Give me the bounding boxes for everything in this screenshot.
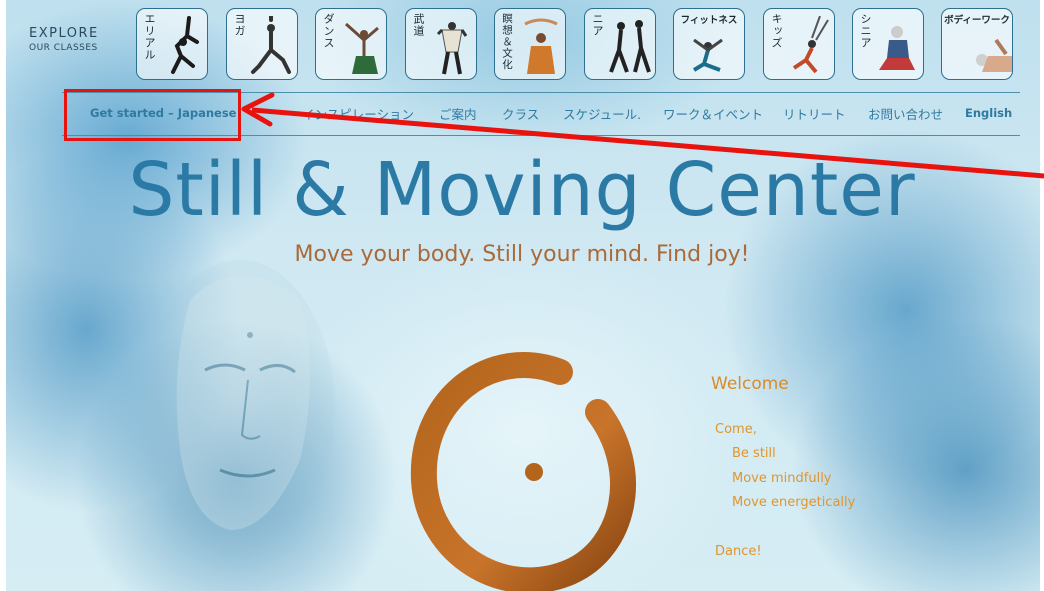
class-tile-bodywork[interactable]: ボディーワーク xyxy=(941,8,1013,80)
class-tile-label: キッズ xyxy=(770,13,783,49)
martial-arts-silhouette-icon xyxy=(436,22,468,75)
nav-schedule[interactable]: スケジュール. xyxy=(563,104,641,123)
nav-classes[interactable]: クラス xyxy=(502,104,539,123)
class-tile-senior[interactable]: シニア xyxy=(852,8,924,80)
class-tile-label: 武道 xyxy=(412,13,425,37)
class-tile-label: ヨガ xyxy=(233,13,246,37)
fitness-silhouette-icon xyxy=(692,38,723,72)
welcome-line: Dance! xyxy=(715,544,762,559)
bodywork-silhouette-icon xyxy=(976,38,1012,72)
nav-contact[interactable]: お問い合わせ xyxy=(868,104,943,123)
class-tile-nia[interactable]: ニア xyxy=(584,8,656,80)
class-tile-fitness[interactable]: フィットネス xyxy=(673,8,745,80)
welcome-line: Move mindfully xyxy=(732,471,832,486)
nav-workshops-events[interactable]: ワーク＆イベント xyxy=(663,104,763,123)
welcome-line: Move energetically xyxy=(732,495,856,510)
welcome-heading: Welcome xyxy=(711,374,789,394)
explore-line2: OUR CLASSES xyxy=(29,43,98,53)
explore-classes-label: EXPLORE OUR CLASSES xyxy=(29,26,115,53)
class-tile-martial-arts[interactable]: 武道 xyxy=(405,8,477,80)
nav-retreats[interactable]: リトリート xyxy=(783,104,846,123)
dance-silhouette-icon xyxy=(345,22,379,74)
class-tile-yoga[interactable]: ヨガ xyxy=(226,8,298,80)
class-tile-dance[interactable]: ダンス xyxy=(315,8,387,80)
class-tile-kids[interactable]: キッズ xyxy=(763,8,835,80)
nav-inspiration[interactable]: インスピレーション xyxy=(302,104,414,123)
welcome-line: Be still xyxy=(732,446,776,461)
aerial-silhouette-icon xyxy=(171,16,199,74)
meditation-silhouette-icon xyxy=(524,18,558,74)
welcome-line: Come, xyxy=(715,422,757,437)
buddha-face-illustration xyxy=(145,260,335,560)
explore-line1: EXPLORE xyxy=(29,26,99,41)
nia-silhouette-icon xyxy=(609,20,651,73)
class-tile-label: ダンス xyxy=(322,13,335,49)
senior-silhouette-icon xyxy=(879,26,915,70)
kids-silhouette-icon xyxy=(792,16,829,74)
class-tile-meditation[interactable]: 瞑想＆文化 xyxy=(494,8,566,80)
class-tile-label: ニア xyxy=(591,13,604,37)
annotation-highlight-box xyxy=(64,89,241,141)
enso-circle-icon xyxy=(410,352,636,591)
class-tile-aerial[interactable]: エリアル xyxy=(136,8,208,80)
yoga-silhouette-icon xyxy=(251,16,291,74)
nav-guide[interactable]: ご案内 xyxy=(439,104,477,123)
class-tile-label: 瞑想＆文化 xyxy=(501,13,513,71)
site-tagline: Move your body. Still your mind. Find jo… xyxy=(294,242,750,267)
site-title: Still & Moving Center xyxy=(128,147,916,233)
class-tile-label: エリアル xyxy=(143,13,156,61)
class-tile-label: シニア xyxy=(859,13,872,49)
nav-english[interactable]: English xyxy=(965,106,1012,120)
